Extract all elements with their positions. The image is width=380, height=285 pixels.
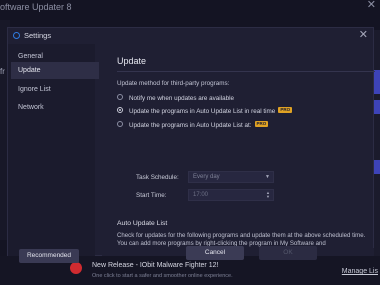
app-logo-icon: [13, 32, 20, 39]
dialog-title-bar: Settings ✕: [8, 28, 373, 44]
cancel-button[interactable]: Cancel: [186, 246, 244, 260]
radio-button[interactable]: [117, 121, 123, 128]
start-time-label: Start Time:: [136, 192, 167, 199]
app-title: oftware Updater 8: [0, 2, 72, 12]
task-schedule-label: Task Schedule:: [136, 174, 179, 181]
radio-button[interactable]: [117, 94, 123, 101]
method-label: Update method for third-party programs:: [117, 80, 230, 87]
banner-subtitle: One click to start a safer and smoother …: [92, 273, 233, 279]
option-real-time[interactable]: Update the programs in Auto Update List …: [117, 107, 293, 115]
start-time-value: 17:00: [193, 192, 209, 198]
close-icon[interactable]: ✕: [359, 28, 368, 41]
sidebar-item-update[interactable]: Update: [11, 62, 99, 79]
pro-badge: PRO: [278, 107, 293, 114]
auto-update-description: Check for updates for the following prog…: [117, 232, 366, 248]
sidebar-item-network[interactable]: Network: [11, 99, 99, 116]
option-scheduled[interactable]: Update the programs in Auto Update List …: [117, 121, 269, 129]
pro-badge: PRO: [254, 121, 269, 128]
option-label: Update the programs in Auto Update List …: [129, 108, 276, 115]
divider: [117, 71, 375, 72]
section-heading: Update: [117, 56, 147, 66]
auto-update-heading: Auto Update List: [117, 220, 168, 227]
option-notify[interactable]: Notify me when updates are available: [117, 94, 235, 102]
banner-title[interactable]: New Release - IObit Malware Fighter 12!: [92, 262, 218, 269]
malware-fighter-icon: [70, 262, 82, 274]
radio-button-selected[interactable]: [117, 107, 123, 114]
app-close-icon[interactable]: ✕: [367, 0, 376, 11]
option-label: Update the programs in Auto Update List …: [129, 122, 252, 129]
sidebar-item-ignore-list[interactable]: Ignore List: [11, 81, 99, 98]
option-label: Notify me when updates are available: [129, 95, 235, 102]
app-left-text: fr: [0, 67, 5, 76]
dialog-title: Settings: [24, 31, 52, 40]
manage-list-link[interactable]: Manage Lis: [342, 268, 378, 275]
chevron-down-icon: ▼: [265, 174, 270, 180]
spin-down-icon[interactable]: ▼: [266, 195, 270, 199]
task-schedule-value: Every day: [193, 174, 220, 180]
task-schedule-select[interactable]: Every day ▼: [188, 171, 274, 183]
recommended-button[interactable]: Recommended: [19, 249, 79, 263]
start-time-input[interactable]: 17:00 ▲ ▼: [188, 189, 274, 201]
ok-button[interactable]: OK: [259, 246, 317, 260]
update-settings-panel: Update Update method for third-party pro…: [102, 44, 375, 260]
settings-dialog: Settings ✕ General Update Ignore List Ne…: [7, 27, 375, 263]
settings-sidebar: General Update Ignore List Network Recom…: [8, 44, 99, 263]
